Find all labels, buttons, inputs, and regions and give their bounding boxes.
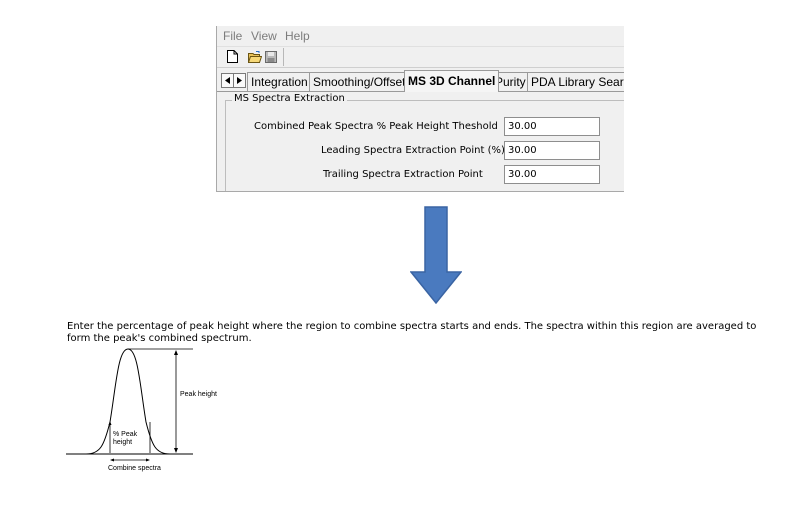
arrow-head-right [146, 458, 150, 462]
menu-view[interactable]: View [251, 29, 277, 43]
tab-integration[interactable]: Integration [247, 72, 312, 91]
leading-point-label: Leading Spectra Extraction Point (%) [321, 145, 505, 156]
pct-height-label: height [113, 439, 132, 446]
combined-threshold-input[interactable] [504, 117, 600, 136]
pct-peak-label: % Peak [113, 431, 138, 438]
new-document-icon [227, 50, 238, 63]
tab-panel: MS Spectra Extraction Combined Peak Spec… [217, 92, 624, 191]
combine-spectra-label: Combine spectra [108, 465, 161, 472]
application-window: File View Help Integration Smoothing/Off… [216, 26, 624, 192]
open-button[interactable] [247, 49, 262, 64]
tab-pda-library-search[interactable]: PDA Library Searcl [527, 72, 624, 91]
combined-threshold-label: Combined Peak Spectra % Peak Height Thes… [254, 121, 498, 132]
toolbar [217, 47, 624, 68]
down-arrow-icon [410, 206, 462, 304]
arrow-head-left-up [108, 421, 112, 425]
help-description: Enter the percentage of peak height wher… [67, 321, 757, 344]
tab-ms-3d-channel[interactable]: MS 3D Channel [404, 70, 500, 92]
trailing-point-label: Trailing Spectra Extraction Point [323, 169, 483, 180]
arrow-head-up [174, 350, 178, 355]
arrow-head-left [110, 458, 114, 462]
menu-help[interactable]: Help [285, 29, 310, 43]
group-title: MS Spectra Extraction [232, 93, 347, 104]
open-folder-icon [247, 50, 262, 63]
new-document-button[interactable] [225, 49, 240, 64]
trailing-point-input[interactable] [504, 165, 600, 184]
ms-spectra-extraction-group: MS Spectra Extraction Combined Peak Spec… [225, 93, 624, 191]
save-button[interactable] [263, 49, 278, 64]
peak-height-label: Peak height [180, 391, 217, 398]
tab-strip: Integration Smoothing/Offset MS 3D Chann… [217, 70, 624, 92]
menu-file[interactable]: File [223, 29, 242, 43]
triangle-left-icon [225, 77, 230, 84]
save-disk-icon [264, 50, 277, 63]
tab-scroll-right-button[interactable] [233, 73, 246, 88]
triangle-right-icon [237, 77, 242, 84]
peak-diagram: Peak height % Peak height Combine spectr… [66, 348, 217, 472]
arrow-head-down [174, 448, 178, 453]
leading-point-input[interactable] [504, 141, 600, 160]
tab-smoothing-offset[interactable]: Smoothing/Offset [309, 72, 410, 91]
menu-bar: File View Help [217, 26, 624, 47]
toolbar-separator [283, 48, 284, 66]
